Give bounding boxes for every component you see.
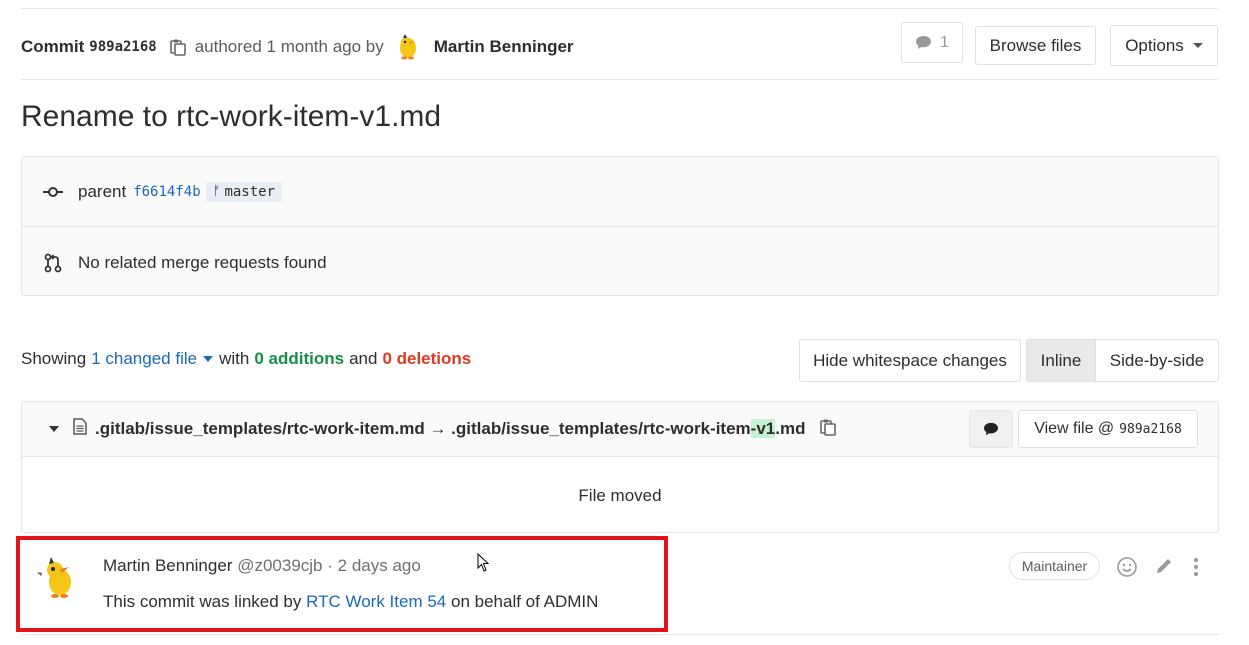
branch-name: master [224,183,276,200]
changed-files-dropdown[interactable]: 1 changed file [91,349,197,369]
collapse-toggle-icon[interactable] [49,426,59,432]
comment-icon [984,422,998,436]
inline-view-button[interactable]: Inline [1027,340,1096,381]
note-body-suffix: on behalf of ADMIN [451,592,599,611]
note-body: This commit was linked by RTC Work Item … [103,592,598,612]
commit-sha: 989a2168 [89,39,157,55]
comments-count: 1 [940,33,949,51]
toggle-comments-button[interactable] [969,410,1013,448]
side-by-side-view-button[interactable]: Side-by-side [1096,340,1218,381]
emoji-reaction-icon[interactable] [1116,556,1138,583]
chevron-down-icon[interactable] [203,356,214,362]
mouse-cursor-icon [477,552,490,578]
commit-info-box: parent f6614f4b ᚠ master No related merg… [21,156,1219,296]
note-author-username[interactable]: @z0039cjb [237,556,322,575]
parent-label: parent [78,181,127,201]
top-divider [21,8,1218,9]
copy-sha-icon[interactable] [169,38,187,56]
commit-info: Commit 989a2168 authored 1 month ago by … [21,33,574,61]
diff-stats: Showing 1 changed file with 0 additions … [21,349,471,369]
and-label: and [349,349,378,368]
browse-files-button[interactable]: Browse files [975,26,1096,65]
note-time[interactable]: 2 days ago [338,556,421,575]
note-author-name[interactable]: Martin Benninger [103,556,232,575]
showing-label: Showing [21,349,87,368]
merge-requests-text: No related merge requests found [78,252,327,272]
diff-file-header: .gitlab/issue_templates/rtc-work-item.md… [22,402,1218,457]
role-badge: Maintainer [1009,552,1100,580]
file-moved-text: File moved [578,486,662,505]
author-avatar[interactable] [393,33,422,61]
discussion-note: Martin Benninger @z0039cjb · 2 days ago … [21,534,1219,635]
header-divider [21,79,1218,80]
rename-arrow: → [429,419,447,438]
branch-pill[interactable]: ᚠ master [205,181,283,202]
note-author-avatar[interactable] [33,552,83,602]
file-path[interactable]: .gitlab/issue_templates/rtc-work-item.md… [95,419,805,439]
copy-path-icon[interactable] [819,418,837,441]
commit-label: Commit [21,37,85,56]
authored-text: authored 1 month ago by [194,37,384,56]
branch-icon: ᚠ [212,184,221,199]
note-separator: · [327,556,333,575]
old-path: .gitlab/issue_templates/rtc-work-item.md [95,419,425,438]
diff-view-toggle: Inline Side-by-side [1026,339,1219,382]
commit-title: Rename to rtc-work-item-v1.md [21,100,442,133]
merge-requests-row: No related merge requests found [22,228,1218,297]
view-file-button[interactable]: View file @ 989a2168 [1018,410,1198,448]
new-path-prefix: .gitlab/issue_templates/rtc-work-item [451,419,751,438]
view-file-sha: 989a2168 [1119,421,1182,437]
options-dropdown-button[interactable]: Options [1110,25,1218,66]
commit-node-icon [43,186,63,198]
file-icon [73,418,87,440]
merge-request-icon [43,253,63,273]
options-label: Options [1125,35,1184,55]
parent-sha-link[interactable]: f6614f4b [133,184,200,200]
new-path-suffix: .md [775,419,806,438]
parent-row: parent f6614f4b ᚠ master [22,157,1218,227]
edit-pencil-icon[interactable] [1154,556,1174,581]
additions-count: 0 additions [254,349,345,368]
new-path-highlight: -v1 [750,419,776,438]
with-label: with [219,349,250,368]
view-file-label: View file @ [1034,420,1115,437]
note-body-prefix: This commit was linked by [103,592,302,611]
author-name-link[interactable]: Martin Benninger [434,37,574,57]
commit-header: Commit 989a2168 authored 1 month ago by … [21,22,1218,68]
comments-count-button[interactable]: 1 [901,22,963,63]
note-header: Martin Benninger @z0039cjb · 2 days ago [103,556,421,576]
rtc-work-item-link[interactable]: RTC Work Item 54 [306,592,446,611]
deletions-count: 0 deletions [382,349,472,368]
more-actions-icon[interactable] [1192,556,1200,583]
diff-file: .gitlab/issue_templates/rtc-work-item.md… [21,401,1219,533]
comment-icon [916,36,932,49]
hide-whitespace-button[interactable]: Hide whitespace changes [799,339,1021,382]
chevron-down-icon [1192,43,1203,48]
